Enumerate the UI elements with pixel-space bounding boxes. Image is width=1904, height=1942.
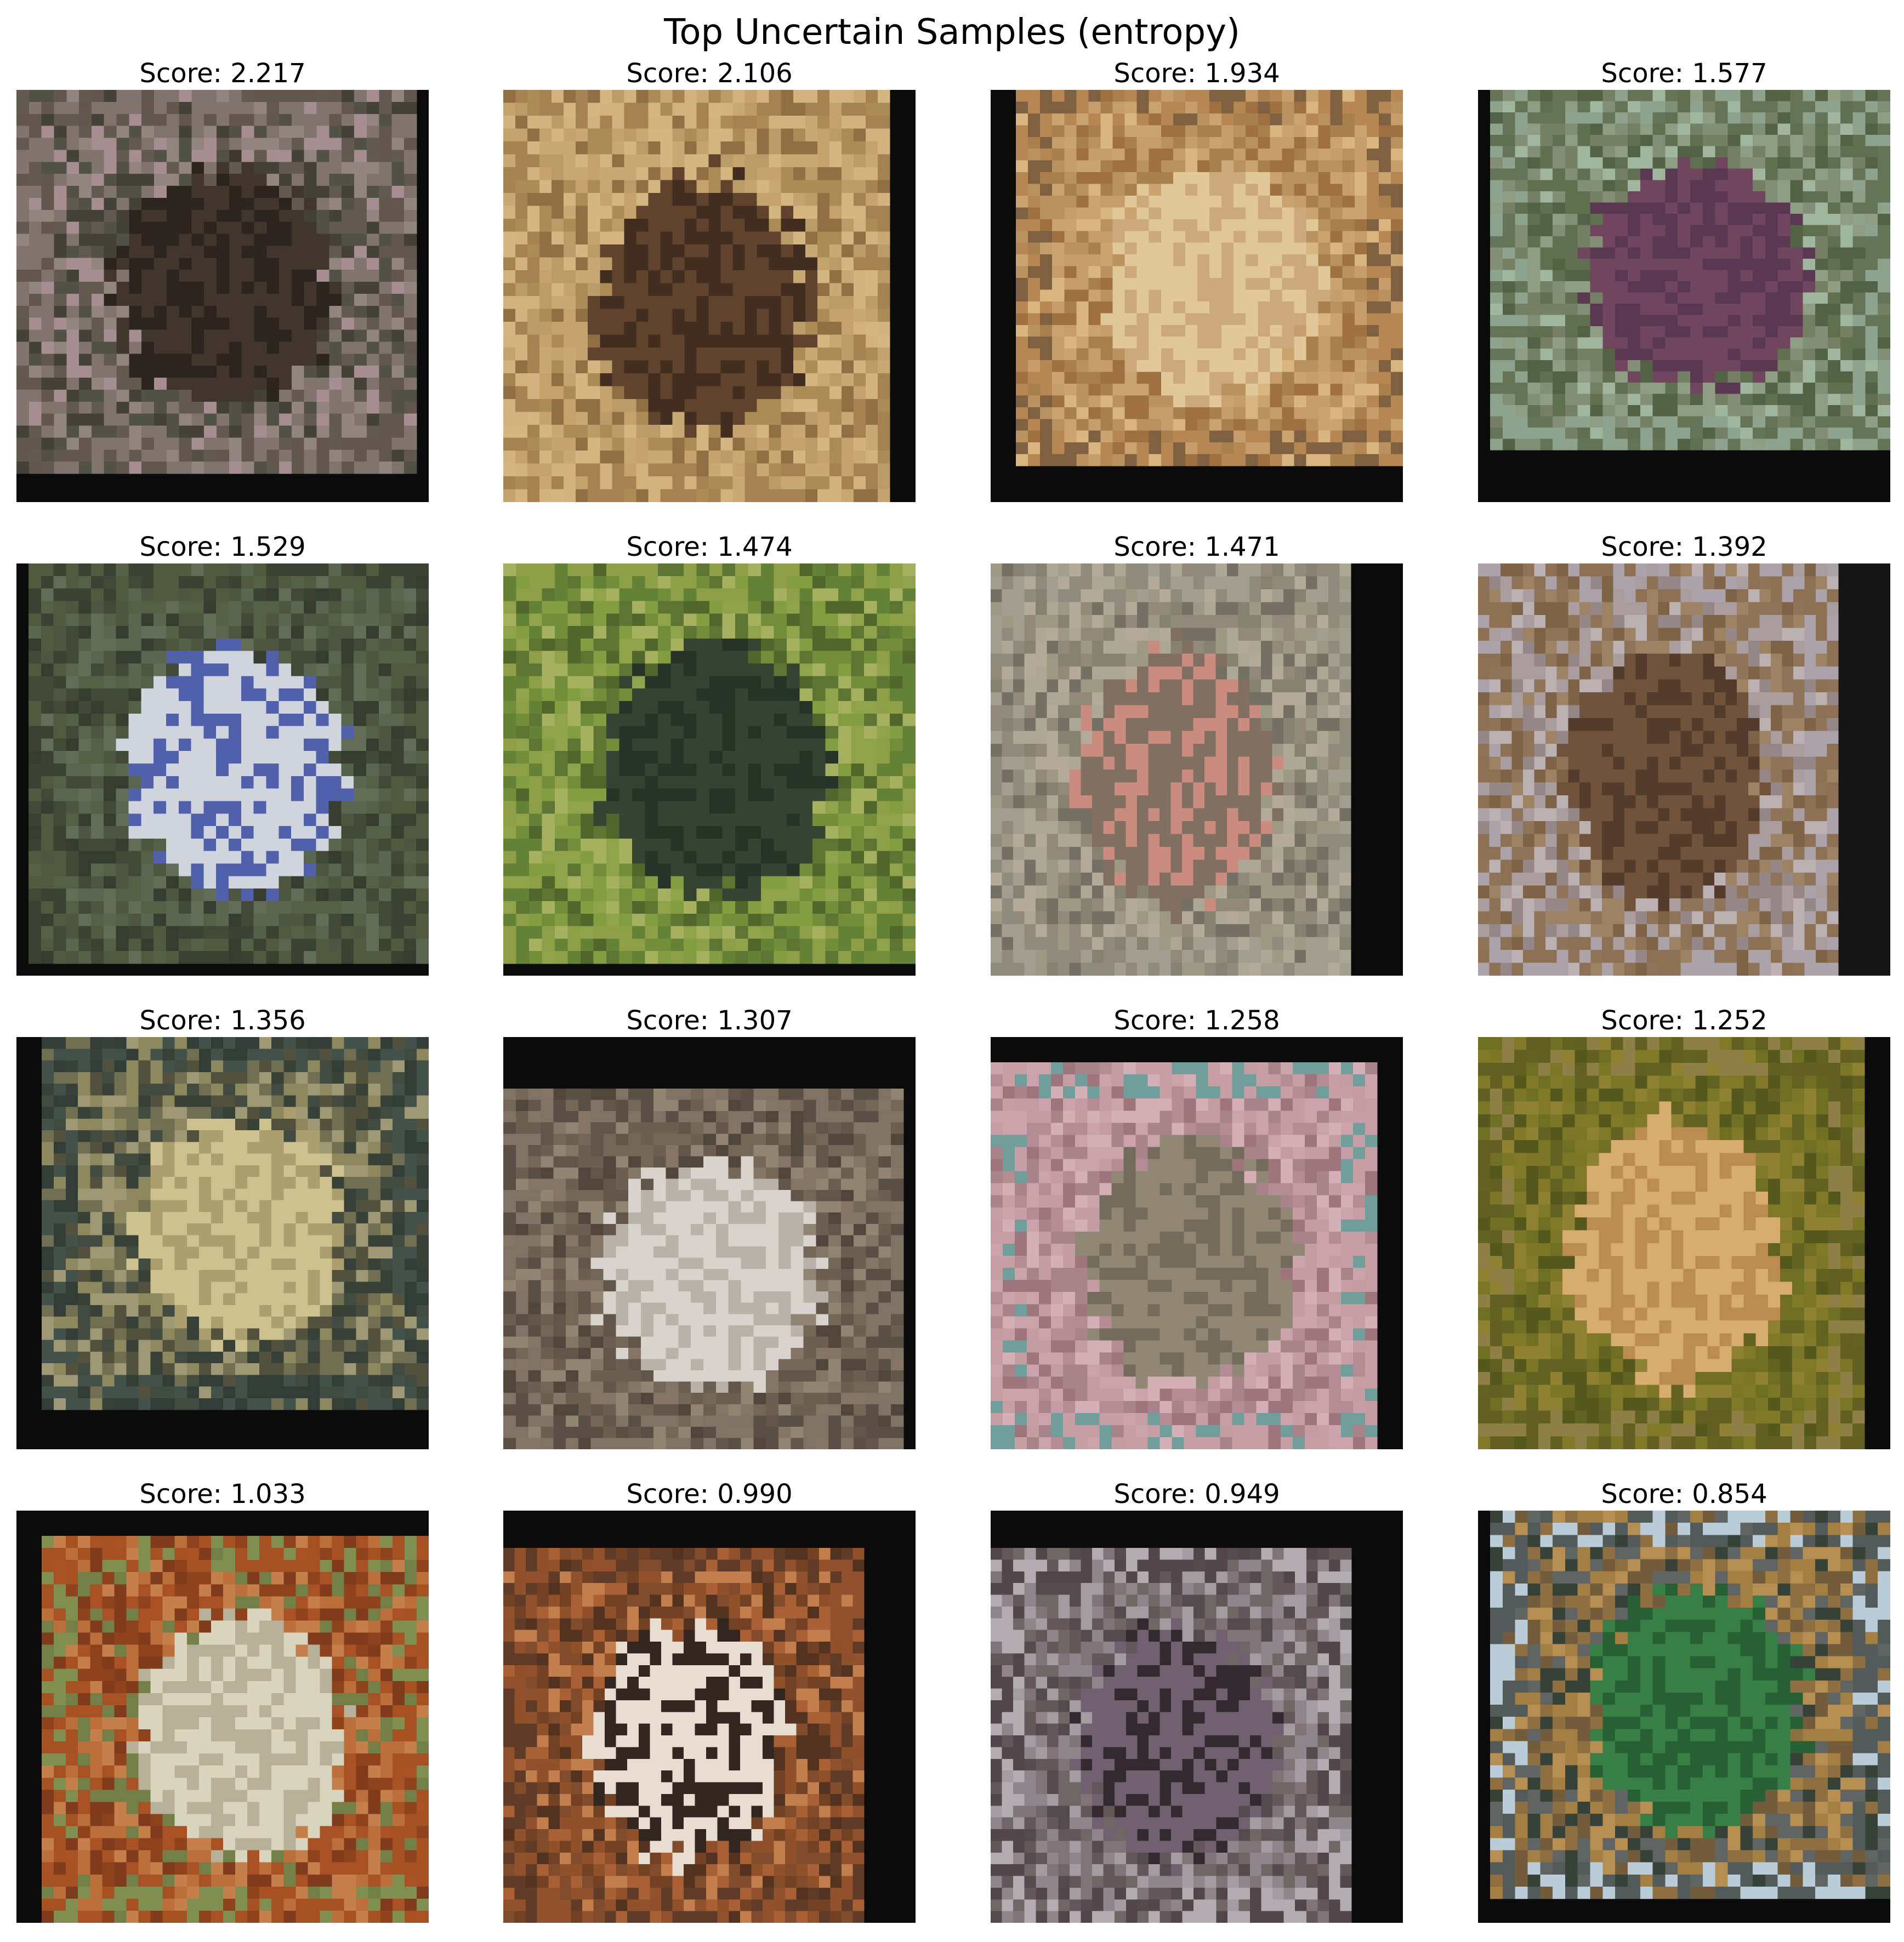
sample-score-label: Score: 1.033 bbox=[139, 1479, 306, 1510]
sample-panel: Score: 1.474 bbox=[503, 531, 916, 976]
sample-image-canvas bbox=[503, 1037, 916, 1449]
sample-score-label: Score: 0.854 bbox=[1601, 1479, 1767, 1510]
sample-score-label: Score: 1.934 bbox=[1113, 58, 1280, 89]
sample-image bbox=[16, 90, 429, 502]
image-sheen bbox=[1490, 90, 1890, 450]
sample-image-canvas bbox=[1478, 1037, 1890, 1449]
sample-image-canvas bbox=[1478, 563, 1890, 976]
sample-score-label: Score: 0.990 bbox=[626, 1479, 793, 1510]
sample-image bbox=[991, 90, 1403, 502]
sample-score-label: Score: 1.474 bbox=[626, 532, 793, 562]
sample-score-label: Score: 1.529 bbox=[139, 532, 306, 562]
sample-score-label: Score: 2.106 bbox=[626, 58, 793, 89]
sample-image-canvas bbox=[991, 1511, 1403, 1923]
sample-panel: Score: 1.033 bbox=[16, 1478, 429, 1923]
image-sheen bbox=[1478, 1037, 1865, 1449]
sample-score-label: Score: 1.307 bbox=[626, 1005, 793, 1036]
image-sheen bbox=[991, 563, 1351, 976]
sample-panel: Score: 2.217 bbox=[16, 57, 429, 502]
sample-score-label: Score: 1.392 bbox=[1601, 532, 1767, 562]
sample-image bbox=[503, 90, 916, 502]
sample-panel: Score: 1.577 bbox=[1478, 57, 1890, 502]
sample-image bbox=[16, 1511, 429, 1923]
sample-image-canvas bbox=[503, 90, 916, 502]
image-sheen bbox=[1478, 563, 1838, 976]
image-sheen bbox=[42, 1037, 429, 1410]
sample-image bbox=[991, 563, 1403, 976]
sample-panel: Score: 1.356 bbox=[16, 1004, 429, 1449]
sample-score-label: Score: 1.471 bbox=[1113, 532, 1280, 562]
sample-image bbox=[503, 563, 916, 976]
sample-image-canvas bbox=[16, 90, 429, 502]
image-sheen bbox=[503, 90, 890, 502]
sample-image-canvas bbox=[991, 1037, 1403, 1449]
sample-image-canvas bbox=[16, 1037, 429, 1449]
sample-image bbox=[991, 1037, 1403, 1449]
sample-panel: Score: 1.252 bbox=[1478, 1004, 1890, 1449]
sample-score-label: Score: 1.356 bbox=[139, 1005, 306, 1036]
sample-image-canvas bbox=[1478, 1511, 1890, 1923]
image-sheen bbox=[503, 1548, 864, 1923]
sample-score-label: Score: 1.252 bbox=[1601, 1005, 1767, 1036]
sample-score-label: Score: 1.577 bbox=[1601, 58, 1767, 89]
sample-image-canvas bbox=[991, 563, 1403, 976]
sample-panel: Score: 0.854 bbox=[1478, 1478, 1890, 1923]
image-sheen bbox=[1490, 1511, 1890, 1899]
sample-image bbox=[1478, 1037, 1890, 1449]
sample-image-canvas bbox=[1478, 90, 1890, 502]
sample-image bbox=[16, 1037, 429, 1449]
sample-image bbox=[503, 1511, 916, 1923]
sample-panel: Score: 1.934 bbox=[991, 57, 1403, 502]
image-sheen bbox=[503, 563, 916, 964]
sample-image bbox=[1478, 563, 1890, 976]
sample-panel: Score: 0.990 bbox=[503, 1478, 916, 1923]
sample-image-canvas bbox=[503, 1511, 916, 1923]
sample-image bbox=[1478, 90, 1890, 502]
image-sheen bbox=[503, 1089, 903, 1449]
sample-image-canvas bbox=[991, 90, 1403, 502]
image-sheen bbox=[29, 563, 429, 964]
sample-panel: Score: 1.392 bbox=[1478, 531, 1890, 976]
sample-score-label: Score: 0.949 bbox=[1113, 1479, 1280, 1510]
sample-panel: Score: 2.106 bbox=[503, 57, 916, 502]
sample-image-canvas bbox=[16, 563, 429, 976]
sample-score-label: Score: 1.258 bbox=[1113, 1005, 1280, 1036]
sample-image bbox=[991, 1511, 1403, 1923]
image-sheen bbox=[1016, 90, 1403, 466]
sample-image bbox=[1478, 1511, 1890, 1923]
sample-panel: Score: 1.471 bbox=[991, 531, 1403, 976]
image-sheen bbox=[16, 90, 417, 474]
sample-panel: Score: 1.258 bbox=[991, 1004, 1403, 1449]
sample-score-label: Score: 2.217 bbox=[139, 58, 306, 89]
image-sheen bbox=[991, 1548, 1351, 1923]
sample-image bbox=[16, 563, 429, 976]
image-sheen bbox=[42, 1536, 429, 1923]
sample-panel: Score: 1.529 bbox=[16, 531, 429, 976]
sample-panel: Score: 1.307 bbox=[503, 1004, 916, 1449]
sample-image-canvas bbox=[503, 563, 916, 976]
sample-image-canvas bbox=[16, 1511, 429, 1923]
sample-panel: Score: 0.949 bbox=[991, 1478, 1403, 1923]
sample-image bbox=[503, 1037, 916, 1449]
image-sheen bbox=[991, 1062, 1377, 1449]
figure-title: Top Uncertain Samples (entropy) bbox=[664, 12, 1240, 53]
